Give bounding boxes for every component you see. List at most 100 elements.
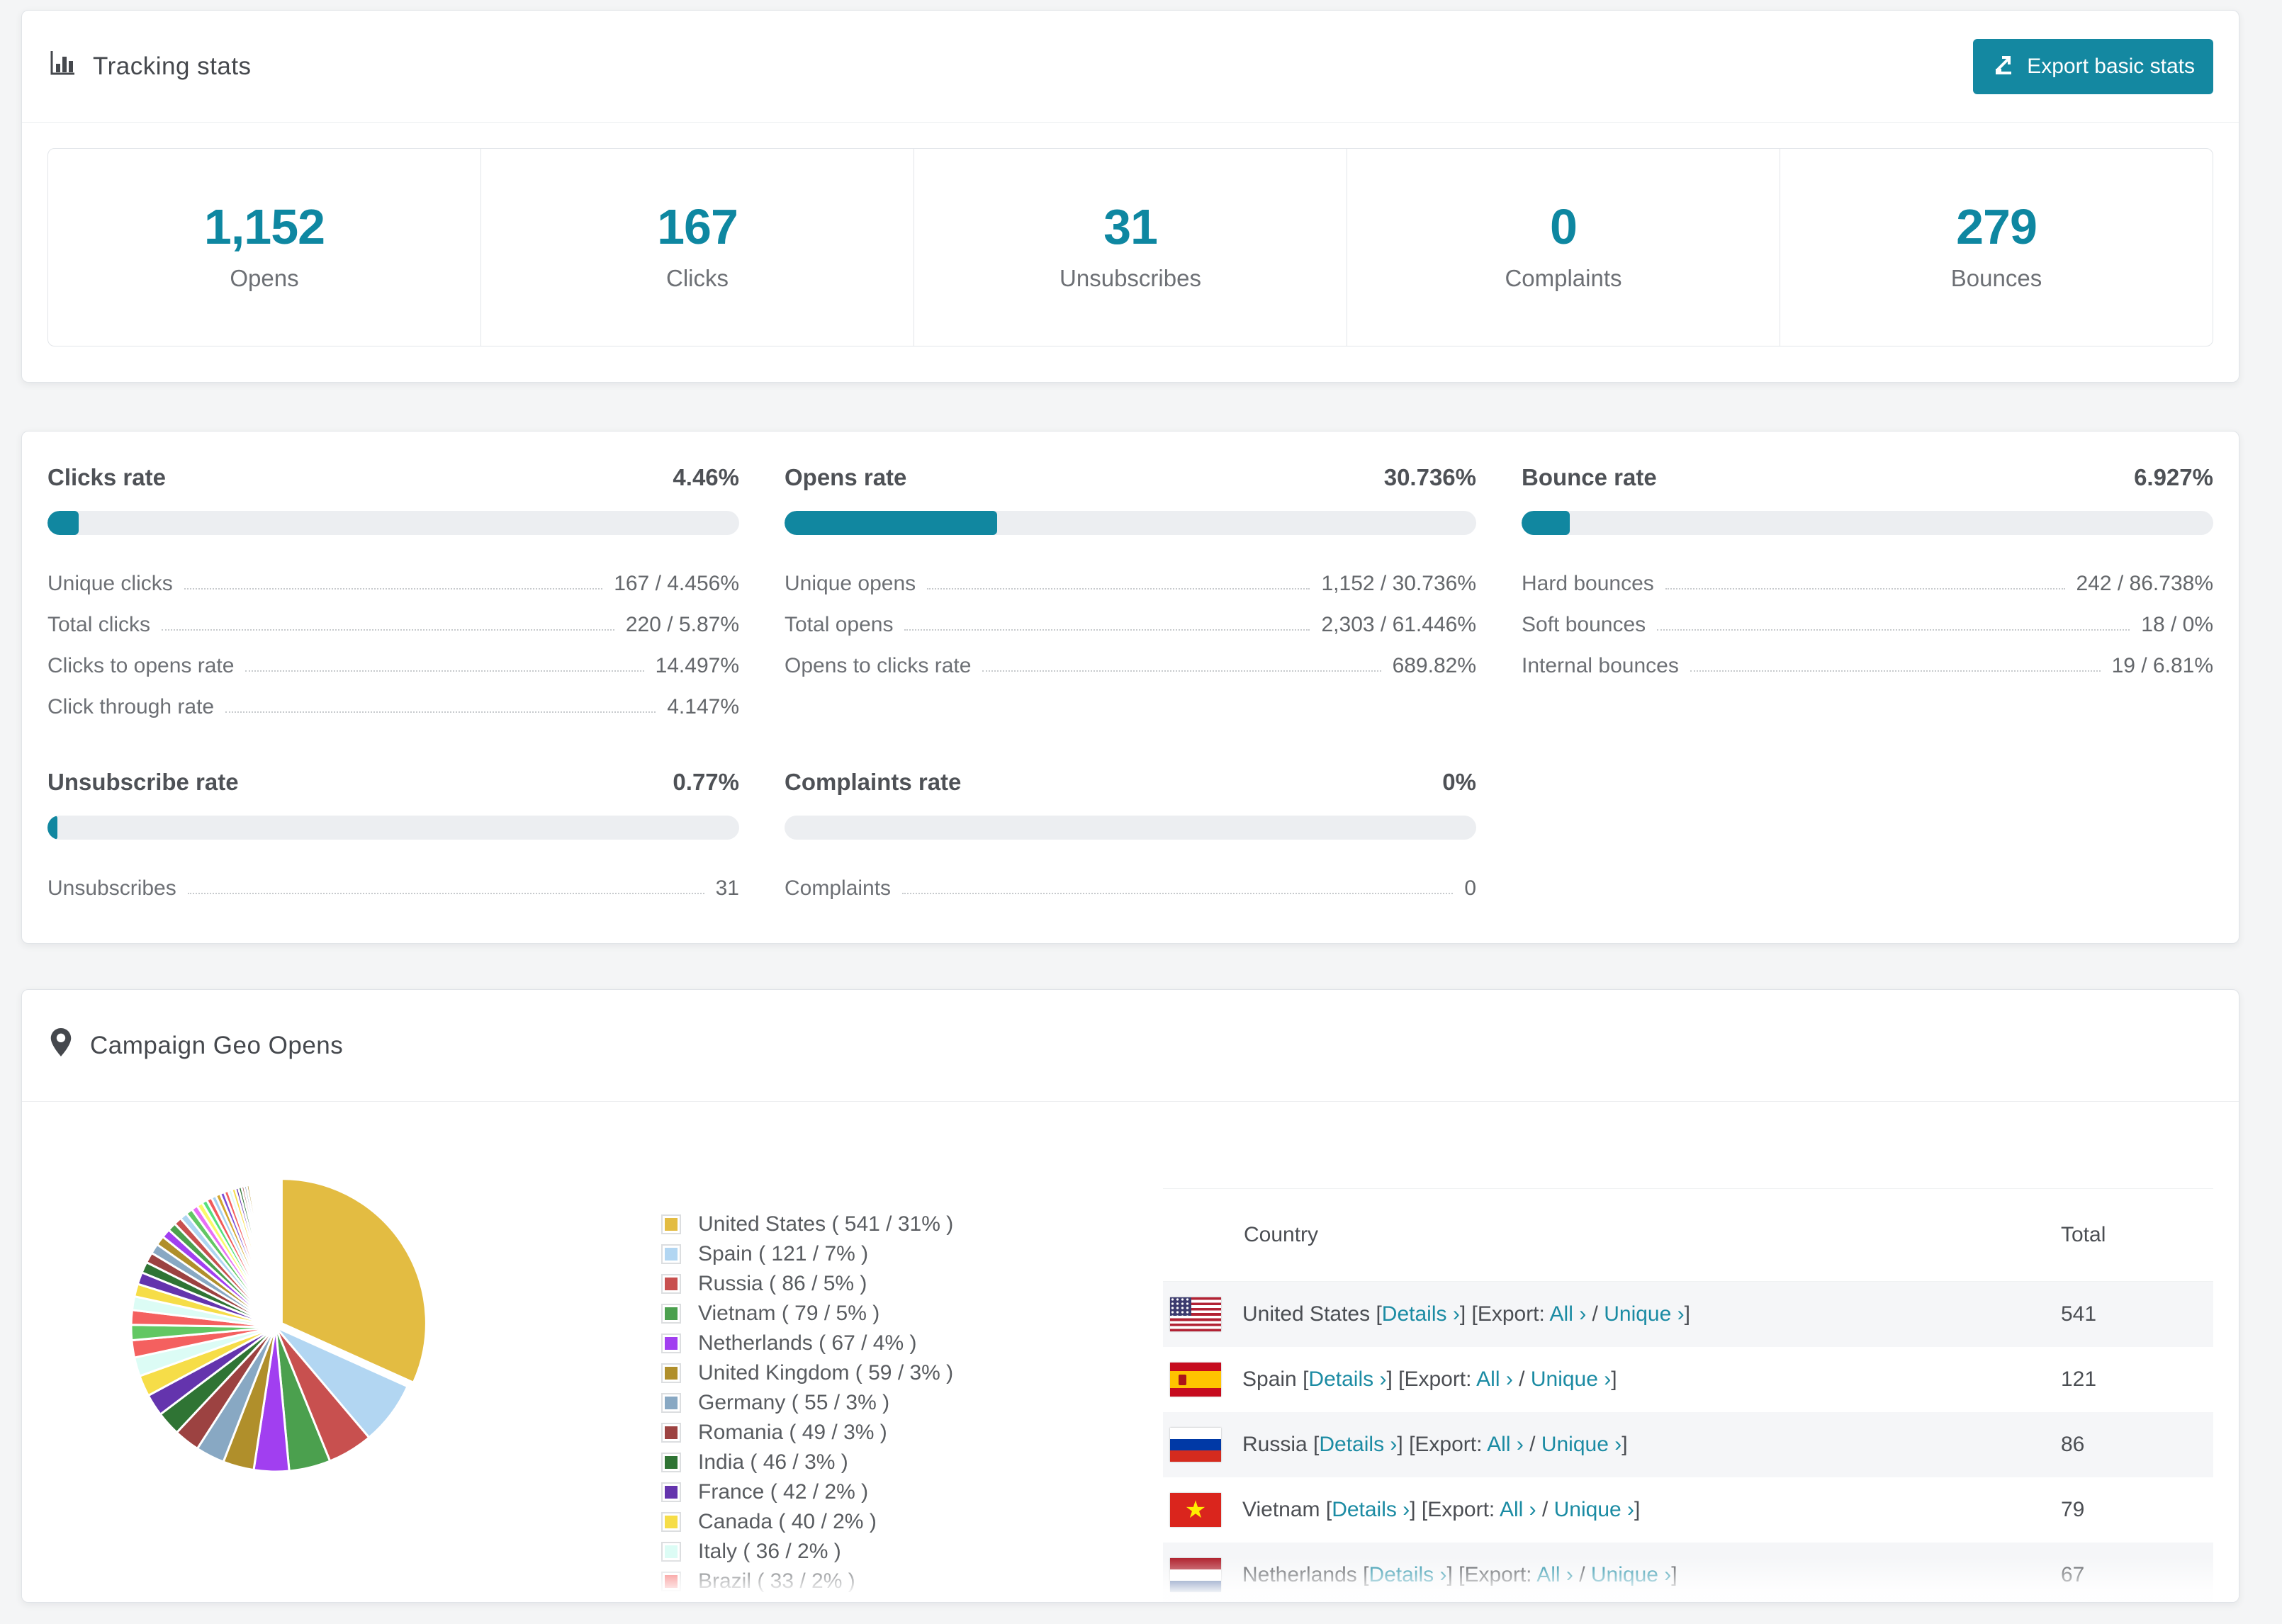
legend-label: India ( 46 / 3% ) <box>698 1450 848 1474</box>
dotted-leader <box>927 588 1310 590</box>
legend-label: Vietnam ( 79 / 5% ) <box>698 1302 880 1325</box>
dotted-leader <box>1657 629 2130 631</box>
legend-item-vietnam[interactable]: Vietnam ( 79 / 5% ) <box>661 1299 1115 1329</box>
legend-swatch <box>661 1542 681 1562</box>
legend-swatch <box>661 1244 681 1264</box>
legend-swatch <box>661 1601 681 1602</box>
row-text: / <box>1536 1498 1554 1521</box>
rate-progress-fill <box>47 511 79 535</box>
export-button-label: Export basic stats <box>2027 54 2195 78</box>
rate-row-value: 14.497% <box>655 654 739 677</box>
export-all-link-vn[interactable]: All › <box>1500 1498 1536 1521</box>
export-all-link-ru[interactable]: All › <box>1487 1433 1524 1456</box>
legend-item-germany[interactable]: Germany ( 55 / 3% ) <box>661 1388 1115 1418</box>
legend-label: Spain ( 121 / 7% ) <box>698 1242 869 1265</box>
ru-flag-icon <box>1170 1428 1221 1462</box>
rate-row-label: Unsubscribes <box>47 876 176 900</box>
rate-row: Soft bounces 18 / 0% <box>1522 596 2213 637</box>
legend-item-russia[interactable]: Russia ( 86 / 5% ) <box>661 1269 1115 1299</box>
stat-cell-unsubscribes: 31 Unsubscribes <box>914 149 1347 346</box>
rate-title: Opens rate <box>785 464 907 490</box>
details-link-vn[interactable]: Details › <box>1332 1498 1410 1521</box>
legend-item-brazil[interactable]: Brazil ( 33 / 2% ) <box>661 1567 1115 1596</box>
legend-item-united-kingdom[interactable]: United Kingdom ( 59 / 3% ) <box>661 1358 1115 1388</box>
details-link-us[interactable]: Details › <box>1382 1302 1460 1326</box>
stat-label: Complaints <box>1505 265 1622 291</box>
pie-legend: United States ( 541 / 31% ) Spain ( 121 /… <box>661 1209 1115 1602</box>
export-unique-link-ru[interactable]: Unique › <box>1541 1433 1621 1456</box>
rate-row: Hard bounces 242 / 86.738% <box>1522 555 2213 596</box>
row-text: ] [Export: <box>1446 1563 1537 1586</box>
rate-progress-fill <box>1522 511 1570 535</box>
legend-label: Russia ( 86 / 5% ) <box>698 1272 867 1295</box>
dotted-leader <box>187 893 704 894</box>
rate-progress-bar <box>47 816 739 840</box>
export-unique-link-es[interactable]: Unique › <box>1531 1368 1611 1391</box>
rate-row: Total clicks 220 / 5.87% <box>47 596 739 637</box>
dotted-leader <box>1665 588 2065 590</box>
legend-item-south-africa[interactable]: South Africa ( 29 / 2% ) <box>661 1596 1115 1602</box>
rate-row-label: Total clicks <box>47 613 151 636</box>
details-link-es[interactable]: Details › <box>1308 1368 1386 1391</box>
rate-row-label: Hard bounces <box>1522 572 1654 595</box>
vn-flag-icon <box>1170 1493 1221 1527</box>
legend-item-romania[interactable]: Romania ( 49 / 3% ) <box>661 1418 1115 1448</box>
legend-label: Brazil ( 33 / 2% ) <box>698 1569 855 1593</box>
geo-title-text: Campaign Geo Opens <box>90 1031 344 1059</box>
rate-row: Complaints 0 <box>785 859 1476 901</box>
legend-label: France ( 42 / 2% ) <box>698 1480 869 1504</box>
rate-progress-bar <box>785 816 1476 840</box>
legend-item-united-states[interactable]: United States ( 541 / 31% ) <box>661 1209 1115 1239</box>
legend-swatch <box>661 1214 681 1234</box>
export-all-link-us[interactable]: All › <box>1550 1302 1587 1326</box>
details-link-ru[interactable]: Details › <box>1319 1433 1397 1456</box>
legend-item-canada[interactable]: Canada ( 40 / 2% ) <box>661 1507 1115 1537</box>
legend-item-india[interactable]: India ( 46 / 3% ) <box>661 1448 1115 1477</box>
export-all-link-es[interactable]: All › <box>1476 1368 1513 1391</box>
country-links: Russia [Details ›] [Export: All › / Uniq… <box>1242 1433 1628 1457</box>
rate-row-value: 4.147% <box>667 695 739 718</box>
legend-item-spain[interactable]: Spain ( 121 / 7% ) <box>661 1239 1115 1269</box>
legend-item-france[interactable]: France ( 42 / 2% ) <box>661 1477 1115 1507</box>
geo-title: Campaign Geo Opens <box>47 1027 343 1064</box>
rate-row: Total opens 2,303 / 61.446% <box>785 596 1476 637</box>
rate-value: 0% <box>1442 769 1476 795</box>
nl-flag-icon <box>1170 1558 1221 1592</box>
pie-slice-other-54[interactable] <box>274 1181 277 1329</box>
stat-value: 31 <box>1103 199 1158 254</box>
export-basic-stats-button[interactable]: Export basic stats <box>1973 38 2213 94</box>
rate-row-label: Opens to clicks rate <box>785 654 972 677</box>
geo-table-row-us: United States [Details ›] [Export: All ›… <box>1163 1282 2213 1347</box>
dotted-leader <box>245 670 644 672</box>
rate-progress-bar <box>1522 511 2213 535</box>
map-pin-icon <box>47 1027 74 1064</box>
country-cell: United States [Details ›] [Export: All ›… <box>1163 1297 2061 1331</box>
legend-swatch <box>661 1572 681 1591</box>
export-all-link-nl[interactable]: All › <box>1536 1563 1573 1586</box>
geo-country-table: Country Total United States [Details ›] … <box>1163 1188 2213 1602</box>
country-links: Vietnam [Details ›] [Export: All › / Uni… <box>1242 1498 1640 1522</box>
legend-item-netherlands[interactable]: Netherlands ( 67 / 4% ) <box>661 1329 1115 1358</box>
legend-label: South Africa ( 29 / 2% ) <box>698 1599 916 1602</box>
rate-value: 4.46% <box>673 464 739 490</box>
dotted-leader <box>184 588 603 590</box>
country-links: Netherlands [Details ›] [Export: All › /… <box>1242 1563 1677 1587</box>
legend-swatch <box>661 1363 681 1383</box>
details-link-nl[interactable]: Details › <box>1368 1563 1446 1586</box>
stat-cell-bounces: 279 Bounces <box>1780 149 2213 346</box>
rate-row: Opens to clicks rate 689.82% <box>785 637 1476 678</box>
legend-swatch <box>661 1393 681 1413</box>
rate-row: Clicks to opens rate 14.497% <box>47 637 739 678</box>
rate-row-label: Internal bounces <box>1522 654 1679 677</box>
row-text: / <box>1523 1433 1541 1456</box>
legend-item-italy[interactable]: Italy ( 36 / 2% ) <box>661 1537 1115 1567</box>
dotted-leader <box>225 711 656 713</box>
export-unique-link-nl[interactable]: Unique › <box>1591 1563 1671 1586</box>
us-flag-icon <box>1170 1297 1221 1331</box>
rate-row: Unsubscribes 31 <box>47 859 739 901</box>
export-unique-link-vn[interactable]: Unique › <box>1554 1498 1634 1521</box>
stat-label: Bounces <box>1950 265 2042 291</box>
stat-label: Unsubscribes <box>1060 265 1201 291</box>
rate-panel-clicks-rate: Clicks rate 4.46% Unique clicks 167 / 4.456… <box>47 464 739 719</box>
export-unique-link-us[interactable]: Unique › <box>1604 1302 1684 1326</box>
